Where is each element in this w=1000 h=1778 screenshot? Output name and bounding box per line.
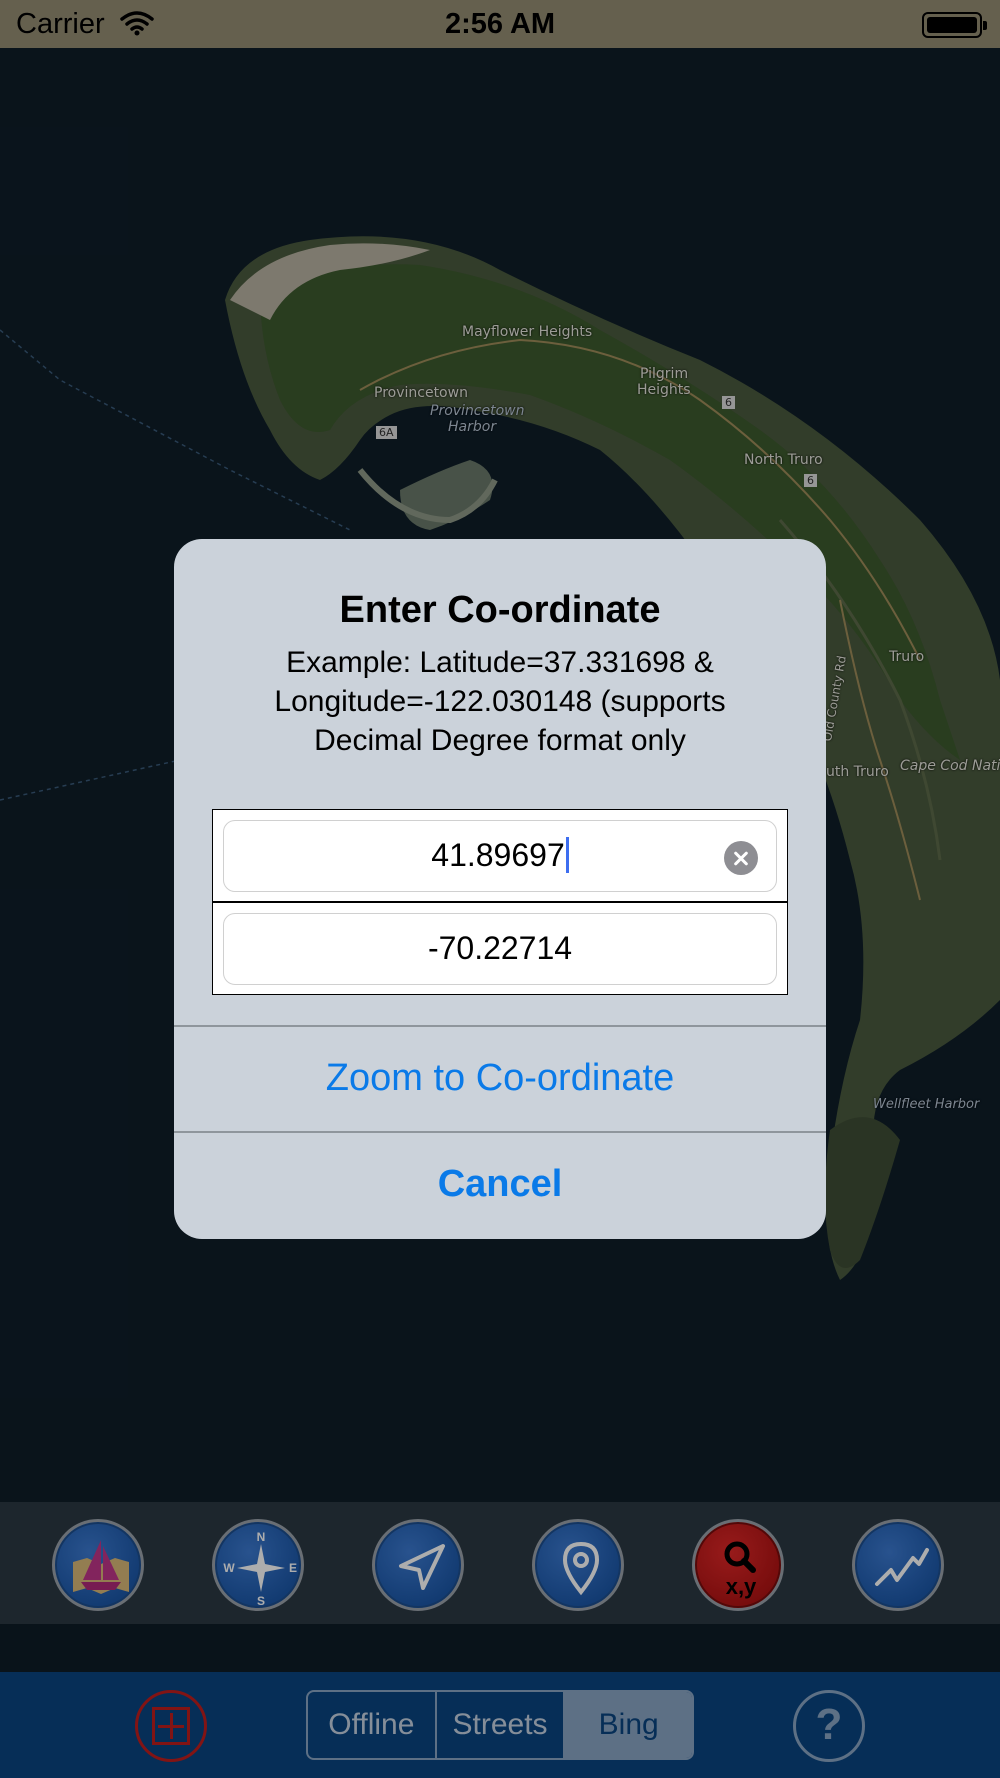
cancel-button[interactable]: Cancel xyxy=(174,1163,826,1206)
dialog-message: Example: Latitude=37.331698 & Longitude=… xyxy=(274,646,726,757)
dialog-separator xyxy=(174,1131,826,1133)
text-caret xyxy=(565,836,569,873)
enter-coordinate-dialog: Enter Co-ordinate Example: Latitude=37.3… xyxy=(174,539,826,1239)
latitude-field[interactable]: 41.89697 xyxy=(223,820,777,892)
dialog-title: Enter Co-ordinate xyxy=(339,589,661,631)
dialog-separator xyxy=(174,1025,826,1027)
latitude-value: 41.89697 xyxy=(431,837,565,873)
longitude-field[interactable]: -70.22714 xyxy=(223,913,777,985)
coordinate-fields: 41.89697 -70.22714 xyxy=(212,809,788,995)
zoom-to-coordinate-button[interactable]: Zoom to Co-ordinate xyxy=(174,1057,826,1100)
clear-text-icon[interactable] xyxy=(724,841,758,875)
longitude-value: -70.22714 xyxy=(427,930,573,966)
field-divider xyxy=(213,901,787,903)
